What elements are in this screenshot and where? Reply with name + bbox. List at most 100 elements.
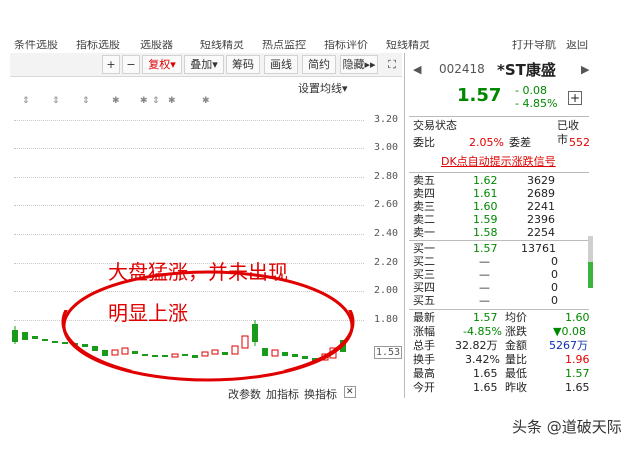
stat-row: 最高 1.65 最低 1.57 (413, 367, 590, 380)
sell-row: 卖五 1.62 3629 (413, 174, 589, 188)
event-marker-icon[interactable]: ✱ (112, 96, 120, 106)
annotation-ellipse (62, 270, 354, 382)
order-volume: 2689 (527, 187, 555, 200)
prev-stock-icon[interactable]: ◀ (413, 63, 421, 76)
overlay-button[interactable]: 叠加▾ (184, 55, 224, 74)
candle (32, 336, 38, 339)
menu-item[interactable]: 指标选股 (76, 40, 120, 53)
candle (52, 341, 58, 343)
ma-settings-dropdown[interactable]: 设置均线▾ (298, 80, 348, 96)
y-tick-label: 1.80 (374, 314, 399, 325)
status-label: 交易状态 (413, 119, 457, 132)
weicha-label: 委差 (509, 136, 531, 149)
grid-line (14, 120, 364, 121)
menu-item[interactable]: 短线精灵 (386, 40, 430, 53)
grid-line (14, 205, 364, 206)
annotation-line-1: 大盘猛涨，并未出现 (108, 260, 288, 284)
divider (409, 240, 589, 241)
indicator-bar: 改参数 加指标 换指标 ✕ (10, 386, 402, 402)
event-marker-icon[interactable]: ⇕ (22, 96, 30, 106)
order-price: 1.57 (473, 242, 498, 255)
zoom-out-button[interactable]: − (122, 55, 140, 74)
order-volume: 3629 (527, 174, 555, 187)
y-tick-label: 2.80 (374, 171, 399, 182)
order-price: — (479, 281, 490, 294)
buy-row: 买一 1.57 13761 (413, 242, 589, 256)
order-volume: 2396 (527, 213, 555, 226)
grid-line (14, 148, 364, 149)
draw-line-button[interactable]: 画线 (264, 55, 298, 74)
quote-panel: ◀ 002418 *ST康盛 ▶ 1.57 - 0.08 - 4.85% + 交… (404, 53, 590, 398)
buy-row: 买五 — 0 (413, 294, 589, 308)
order-label: 买二 (413, 255, 435, 268)
next-stock-icon[interactable]: ▶ (581, 63, 589, 76)
menu-item[interactable]: 热点监控 (262, 40, 306, 53)
weibi-label: 委比 (413, 136, 435, 149)
event-marker-icon[interactable]: ⇕ (82, 96, 90, 106)
simple-button[interactable]: 简约 (302, 55, 336, 74)
stock-code: 002418 (439, 62, 485, 76)
weibi-row: 委比 2.05% 委差 552 (413, 136, 590, 150)
menu-item[interactable]: 条件选股 (14, 40, 58, 53)
grid-line (14, 177, 364, 178)
event-markers-row: ⇕ ⇕ ⇕ ✱ ✱ ⇕ ✱ ✱ (10, 96, 380, 108)
zoom-in-button[interactable]: + (102, 55, 120, 74)
chevron-down-icon: ▾ (170, 58, 176, 71)
order-price: 1.59 (473, 213, 498, 226)
stat-row: 换手 3.42% 量比 1.96 (413, 353, 590, 366)
expand-icon[interactable]: ⛶ (383, 55, 401, 74)
last-price: 1.57 (457, 85, 502, 106)
fuquan-button[interactable]: 复权▾ (142, 55, 182, 74)
menu-item[interactable]: 选股器 (140, 40, 173, 53)
sell-row: 卖二 1.59 2396 (413, 213, 589, 227)
add-indicator-link[interactable]: 加指标 (266, 386, 299, 402)
order-label: 买四 (413, 281, 435, 294)
order-label: 卖一 (413, 226, 435, 239)
order-label: 买一 (413, 242, 435, 255)
order-label: 卖三 (413, 200, 435, 213)
menu-item[interactable]: 指标评价 (324, 40, 368, 53)
chevron-right-icon: ▸▸ (364, 58, 376, 71)
signal-link-row: DK点自动提示涨跌信号 (413, 155, 589, 169)
edit-params-link[interactable]: 改参数 (228, 386, 261, 402)
y-tick-label: 2.00 (374, 285, 399, 296)
change-indicator-link[interactable]: 换指标 (304, 386, 337, 402)
watermark: 头条 @道破天际 (512, 418, 622, 436)
sell-row: 卖三 1.60 2241 (413, 200, 589, 214)
close-icon[interactable]: ✕ (344, 386, 356, 398)
menu-item[interactable]: 返回 (566, 40, 588, 53)
order-label: 卖四 (413, 187, 435, 200)
add-watchlist-icon[interactable]: + (568, 91, 582, 105)
menu-item[interactable]: 打开导航 (512, 40, 556, 53)
event-marker-icon[interactable]: ✱ (202, 96, 210, 106)
y-tick-label: 3.20 (374, 114, 399, 125)
divider (409, 116, 589, 117)
scrollbar-thumb[interactable] (588, 262, 593, 288)
weicha-value: 552 (569, 136, 590, 149)
ma-settings-label: 设置均线 (298, 82, 342, 95)
order-volume: 2241 (527, 200, 555, 213)
buy-row: 买二 — 0 (413, 255, 589, 269)
y-tick-label: 2.40 (374, 228, 399, 239)
event-marker-icon[interactable]: ✱ (140, 96, 148, 106)
price-change-pct: - 4.85% (515, 97, 558, 110)
dk-signal-link[interactable]: DK点自动提示涨跌信号 (441, 155, 556, 169)
event-marker-icon[interactable]: ⇕ (152, 96, 160, 106)
menu-item[interactable]: 短线精灵 (200, 40, 244, 53)
event-marker-icon[interactable]: ✱ (168, 96, 176, 106)
weibi-value: 2.05% (469, 136, 504, 149)
stock-name: *ST康盛 (497, 61, 556, 79)
price-change: - 0.08 (515, 84, 547, 97)
sell-row: 卖四 1.61 2689 (413, 187, 589, 201)
hide-button[interactable]: 隐藏▸▸ (340, 55, 378, 74)
annotation-line-2: 明显上涨 (108, 301, 188, 325)
divider (409, 309, 589, 310)
order-volume: 0 (551, 281, 558, 294)
chips-button[interactable]: 筹码 (226, 55, 260, 74)
order-volume: 2254 (527, 226, 555, 239)
order-label: 买三 (413, 268, 435, 281)
order-price: 1.61 (473, 187, 498, 200)
current-price-tag: 1.53 (374, 346, 403, 359)
event-marker-icon[interactable]: ⇕ (52, 96, 60, 106)
order-price: — (479, 268, 490, 281)
